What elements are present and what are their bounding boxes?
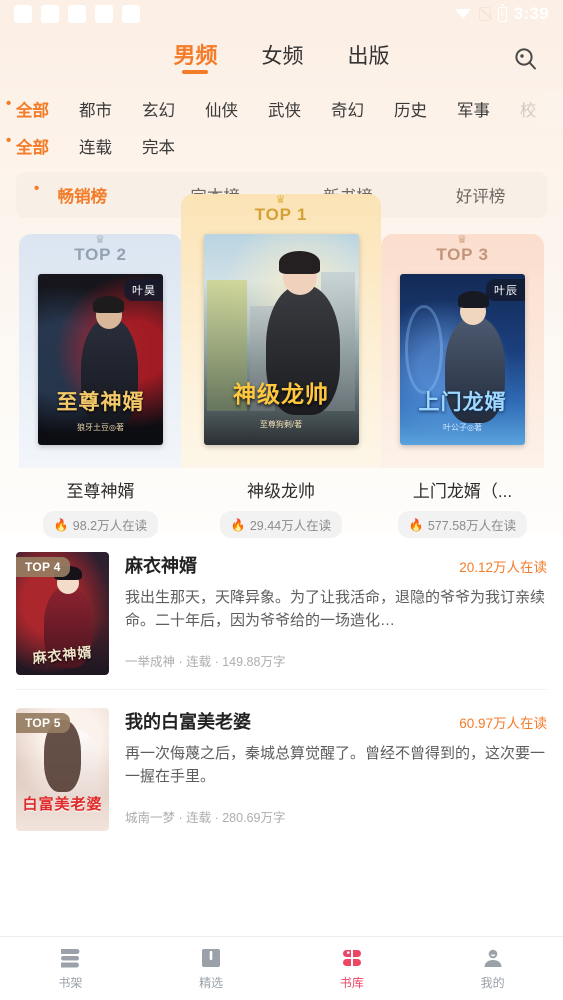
- open-book-icon: [141, 946, 282, 970]
- podium-meta-top2: 至尊神婿 🔥 98.2万人在读: [19, 466, 182, 538]
- bookshelf-icon: [0, 946, 141, 970]
- status-placeholder-icon: [14, 5, 32, 23]
- book-cover-top1[interactable]: 神级龙帅 至尊狗剩/著: [203, 234, 359, 445]
- status-bar-time: 3:39: [513, 4, 549, 23]
- crown-icon: ♛: [275, 194, 287, 206]
- podium-rank-label-top1: ♛ TOP 1: [254, 194, 308, 225]
- nav-item-featured[interactable]: 精选: [141, 946, 282, 991]
- status-chip-all[interactable]: 全部: [6, 132, 49, 158]
- cover-title-top3: 上门龙婿: [418, 389, 507, 414]
- podium-rank-label-top2: ♛ TOP 2: [74, 234, 127, 265]
- nav-item-profile[interactable]: 我的: [422, 946, 563, 991]
- genre-chip-fantasy[interactable]: 玄幻: [142, 97, 175, 121]
- genre-chip-magic[interactable]: 奇幻: [331, 97, 364, 121]
- cover-author-tag-top2: 叶昊: [124, 279, 163, 301]
- podium-meta-top1: 神级龙帅 🔥 29.44万人在读: [181, 466, 381, 538]
- book-cover-top5[interactable]: 白富美老婆 TOP 5: [16, 708, 109, 831]
- podium-rank-label-top3: ♛ TOP 3: [436, 234, 489, 265]
- cover-title-top5: 白富美老婆: [22, 796, 103, 813]
- cover-title-top2: 至尊神婿: [56, 389, 145, 414]
- status-bar-indicators: 3:39: [454, 4, 549, 24]
- genre-chip-wuxia[interactable]: 武侠: [268, 97, 301, 121]
- bottom-navigation: 书架 精选 书库 我的: [0, 936, 563, 1000]
- status-chip-completed[interactable]: 完本: [142, 134, 175, 158]
- status-bar: 3:39: [0, 0, 563, 28]
- genre-chip-all[interactable]: 全部: [6, 95, 49, 121]
- podium-card-top2[interactable]: ♛ TOP 2 至尊神婿 狼牙土豆◎著 叶昊: [19, 234, 182, 468]
- battery-icon: [497, 4, 507, 22]
- podium-title-top1[interactable]: 神级龙帅: [181, 477, 381, 502]
- person-icon: [422, 946, 563, 970]
- tab-male-channel[interactable]: 男频: [173, 44, 217, 74]
- status-placeholder-icon: [122, 5, 140, 23]
- status-placeholder-icon: [68, 5, 86, 23]
- book-cover-top3[interactable]: 上门龙婿 叶公子◎著 叶辰: [400, 274, 525, 445]
- cover-byline-top2: 狼牙土豆◎著: [77, 423, 124, 433]
- book-cover-top2[interactable]: 至尊神婿 狼牙土豆◎著 叶昊: [38, 274, 163, 445]
- rank-badge-top5: TOP 5: [16, 713, 70, 733]
- genre-chip-xianxia[interactable]: 仙侠: [205, 97, 238, 121]
- top3-podium: ♛ TOP 2 至尊神婿 狼牙土豆◎著 叶昊 ♛ TOP 1 神级龙帅 至尊狗剩…: [0, 194, 563, 538]
- status-placeholder-icon: [95, 5, 113, 23]
- cover-byline-top3: 叶公子◎著: [443, 423, 482, 433]
- list-item-info: 麻衣神婿 20.12万人在读 我出生那天，天降异象。为了让我活命，退隐的爷爷为我…: [125, 552, 547, 675]
- genre-chip-urban[interactable]: 都市: [79, 97, 112, 121]
- flame-icon: 🔥: [230, 517, 246, 532]
- podium-card-top3[interactable]: ♛ TOP 3 上门龙婿 叶公子◎著 叶辰: [381, 234, 544, 468]
- header-region: 3:39 男频 女频 出版 全部 都市 玄幻 仙侠 武侠: [0, 0, 563, 538]
- flame-icon: 🔥: [53, 517, 69, 532]
- list-item-info: 我的白富美老婆 60.97万人在读 再一次侮蔑之后，秦城总算觉醒了。曾经不曾得到…: [125, 708, 547, 831]
- status-chip-serial[interactable]: 连载: [79, 134, 112, 158]
- crown-icon: ♛: [95, 234, 106, 246]
- status-filter-row[interactable]: 全部 连载 完本: [0, 127, 563, 164]
- book-heat: 20.12万人在读: [459, 560, 547, 575]
- podium-title-top3[interactable]: 上门龙婿（...: [381, 477, 544, 502]
- genre-chip-history[interactable]: 历史: [394, 97, 427, 121]
- tab-female-channel[interactable]: 女频: [262, 46, 304, 74]
- wifi-icon: [454, 8, 472, 20]
- cover-title-top1: 神级龙帅: [233, 382, 329, 408]
- search-icon[interactable]: [511, 44, 541, 74]
- list-item[interactable]: 白富美老婆 TOP 5 我的白富美老婆 60.97万人在读 再一次侮蔑之后，秦城…: [16, 689, 547, 845]
- signal-icon: [478, 7, 491, 21]
- nav-label: 书架: [58, 976, 83, 990]
- list-item[interactable]: 麻衣神婿 TOP 4 麻衣神婿 20.12万人在读 我出生那天，天降异象。为了让…: [16, 534, 547, 689]
- genre-chip-military[interactable]: 军事: [457, 97, 490, 121]
- book-title[interactable]: 麻衣神婿: [125, 552, 197, 578]
- podium-title-top2[interactable]: 至尊神婿: [19, 477, 182, 502]
- genre-filter-row[interactable]: 全部 都市 玄幻 仙侠 武侠 奇幻 历史 军事 校: [0, 90, 563, 127]
- rank-badge-top4: TOP 4: [16, 557, 70, 577]
- book-description: 再一次侮蔑之后，秦城总算觉醒了。曾经不曾得到的，这次要一一握在手里。: [125, 745, 546, 785]
- nav-label: 精选: [199, 976, 224, 990]
- cover-author-tag-top3: 叶辰: [486, 279, 525, 301]
- book-description: 我出生那天，天降异象。为了让我活命，退隐的爷爷为我订亲续命。二十年后，因为爷爷给…: [125, 589, 546, 629]
- nav-item-bookshelf[interactable]: 书架: [0, 946, 141, 991]
- crown-icon: ♛: [457, 234, 468, 246]
- rank-tab-acclaimed[interactable]: 好评榜: [414, 183, 547, 207]
- rank-tab-bestseller[interactable]: 畅销榜: [16, 180, 149, 207]
- book-meta: 一举成神 · 连载 · 149.88万字: [125, 654, 286, 669]
- book-meta: 城南一梦 · 连载 · 280.69万字: [125, 810, 286, 825]
- cover-byline-top1: 至尊狗剩/著: [259, 420, 303, 430]
- flame-icon: 🔥: [408, 517, 424, 532]
- status-placeholder-icon: [41, 5, 59, 23]
- genre-chip-campus[interactable]: 校: [520, 97, 537, 121]
- library-clover-icon: [282, 946, 423, 970]
- nav-item-library[interactable]: 书库: [282, 946, 423, 991]
- app-screen: 3:39 男频 女频 出版 全部 都市 玄幻 仙侠 武侠: [0, 0, 563, 1000]
- nav-label: 书库: [339, 976, 364, 990]
- nav-label: 我的: [480, 976, 505, 990]
- status-bar-placeholders: [14, 5, 140, 23]
- book-heat: 60.97万人在读: [459, 716, 547, 731]
- book-rank-list: 麻衣神婿 TOP 4 麻衣神婿 20.12万人在读 我出生那天，天降异象。为了让…: [0, 534, 563, 936]
- tab-publication[interactable]: 出版: [348, 46, 390, 74]
- podium-card-top1[interactable]: ♛ TOP 1 神级龙帅 至尊狗剩/著: [181, 194, 381, 468]
- book-title[interactable]: 我的白富美老婆: [125, 708, 251, 734]
- book-cover-top4[interactable]: 麻衣神婿 TOP 4: [16, 552, 109, 675]
- main-tab-bar: 男频 女频 出版: [0, 28, 563, 90]
- podium-meta-top3: 上门龙婿（... 🔥 577.58万人在读: [381, 466, 544, 538]
